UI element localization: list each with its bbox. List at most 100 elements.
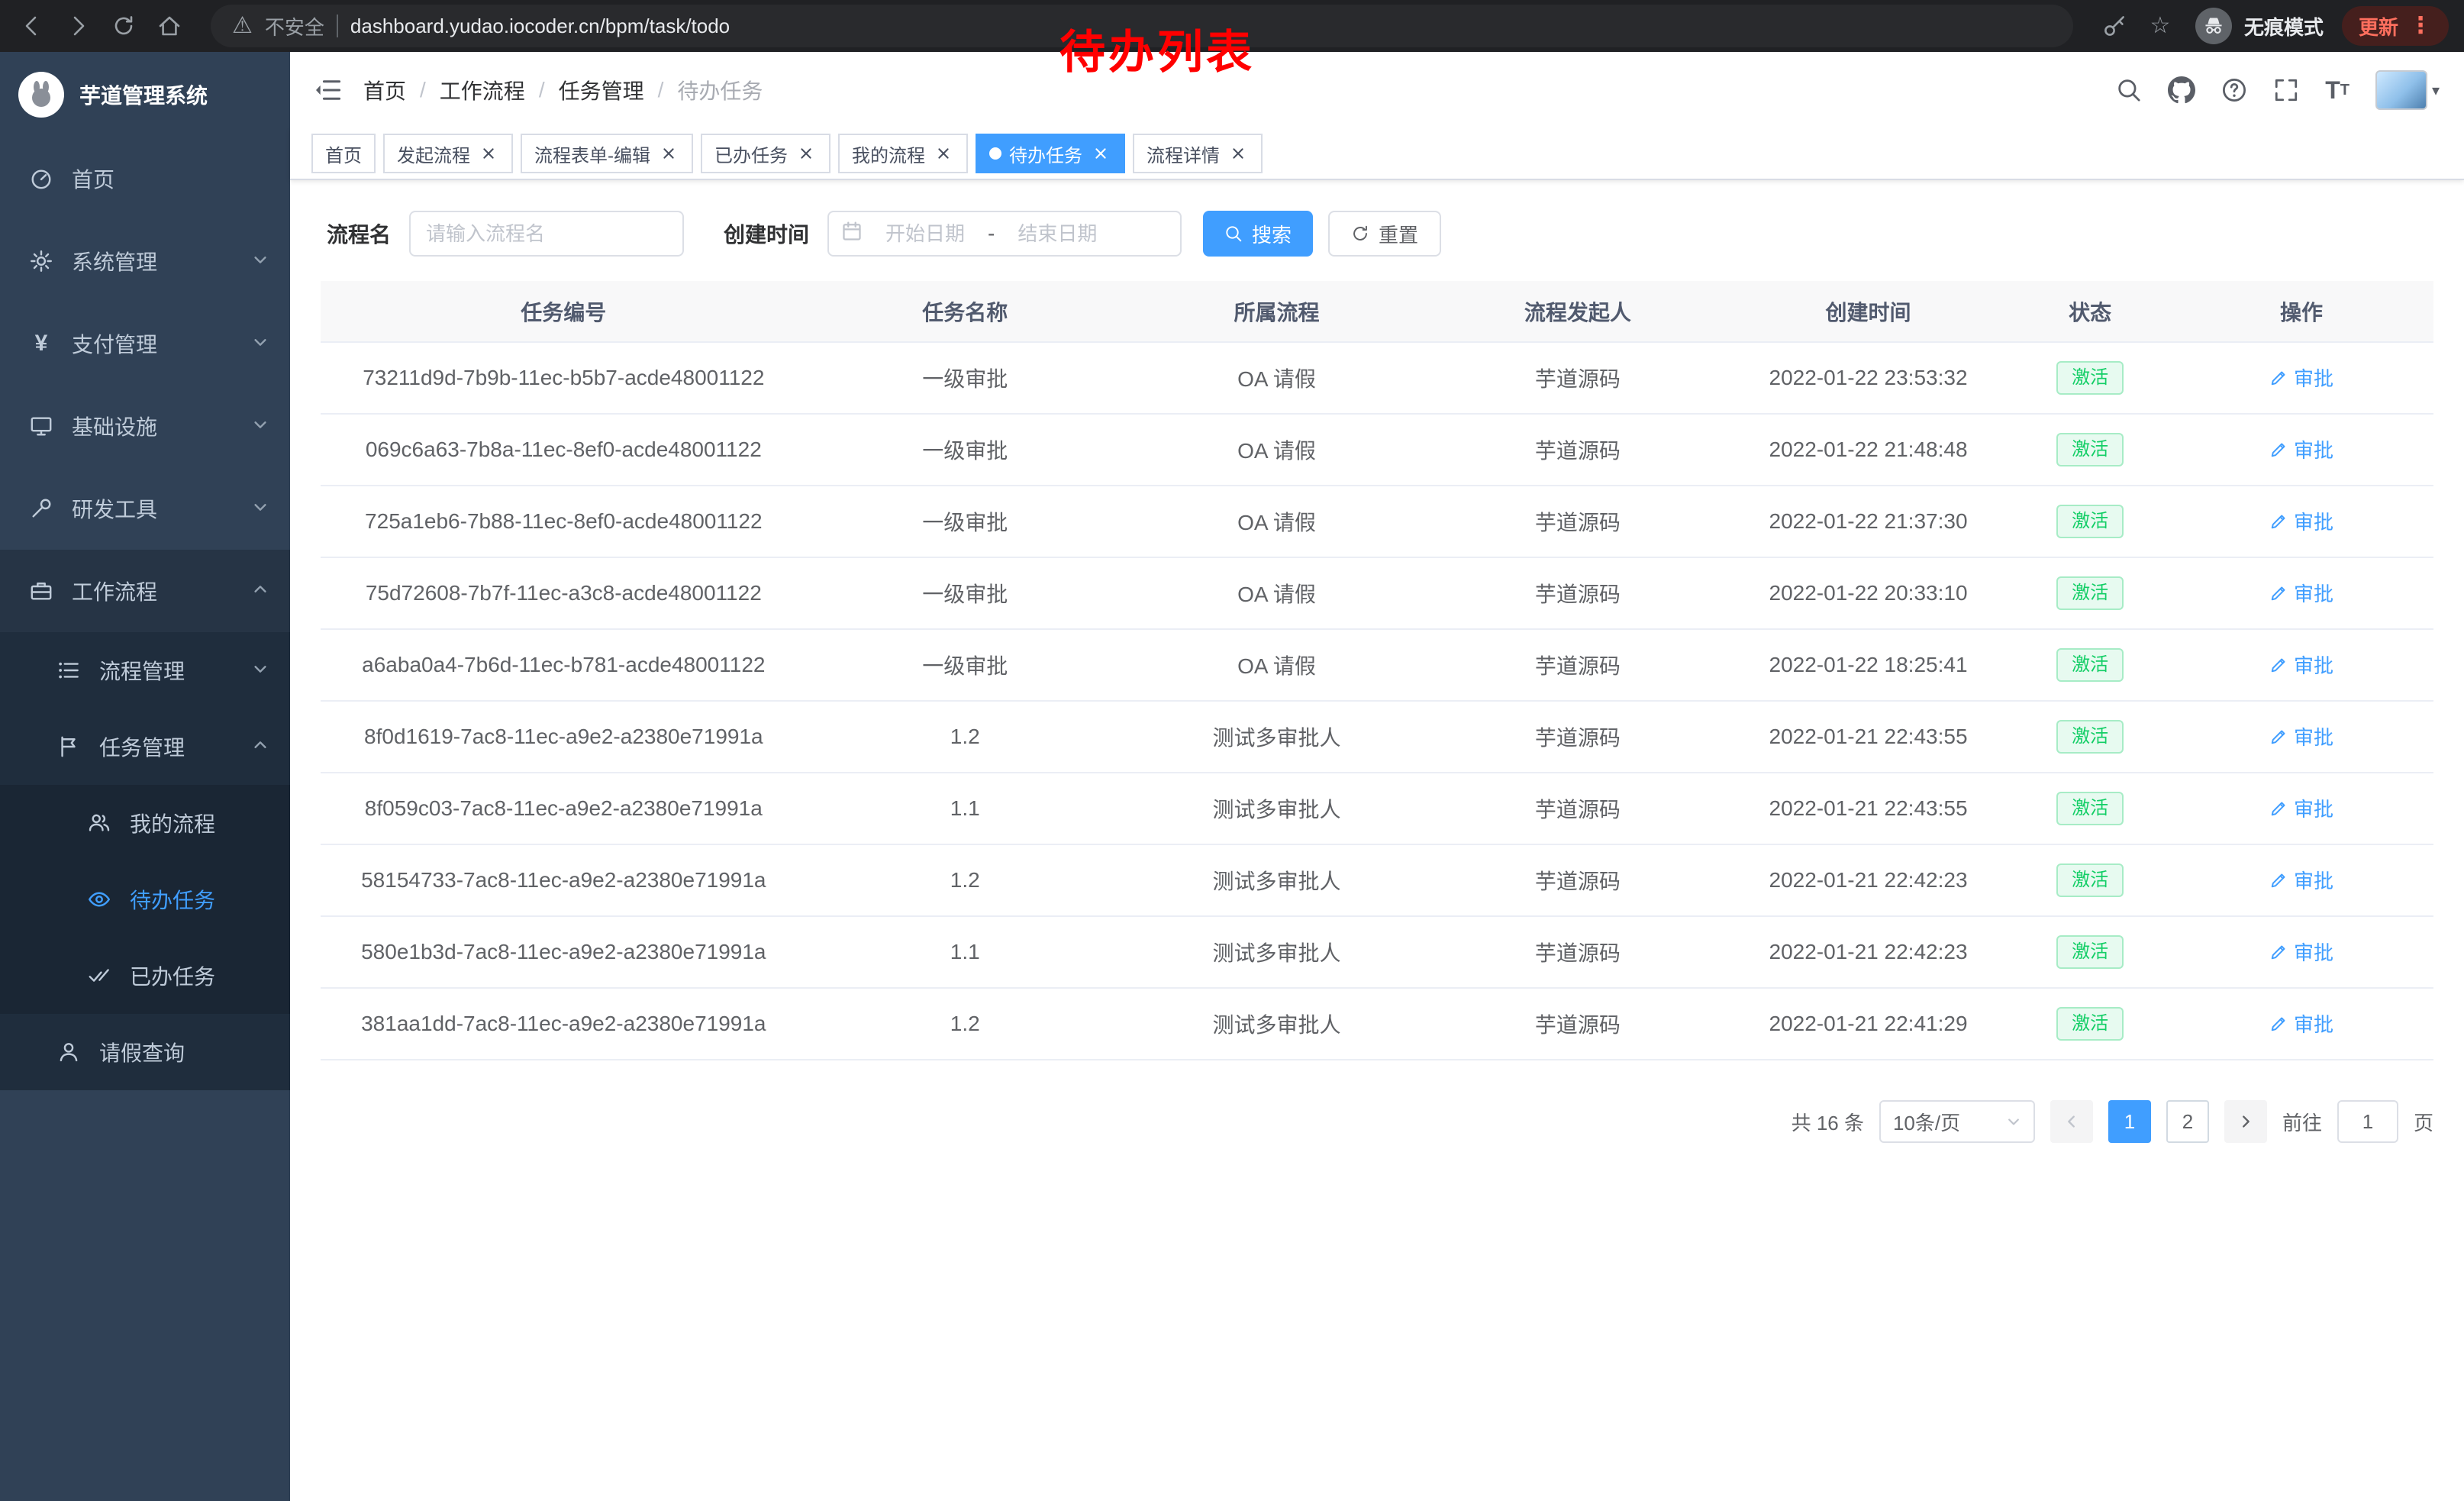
- sidebar-item-done-tasks[interactable]: 已办任务: [0, 938, 290, 1014]
- breadcrumb-workflow[interactable]: 工作流程: [440, 75, 525, 105]
- approve-button[interactable]: 审批: [2269, 435, 2333, 463]
- approve-button[interactable]: 审批: [2269, 794, 2333, 822]
- approve-button[interactable]: 审批: [2269, 866, 2333, 894]
- cell-initiator: 芋道源码: [1430, 773, 1726, 844]
- chevron-up-icon: [252, 579, 269, 603]
- reset-button[interactable]: 重置: [1328, 211, 1441, 257]
- tab-process-detail[interactable]: 流程详情: [1133, 134, 1263, 173]
- page-button-2[interactable]: 2: [2166, 1100, 2209, 1143]
- calendar-icon: [841, 221, 863, 247]
- sidebar-item-label: 首页: [72, 163, 269, 194]
- sidebar-item-dev-tools[interactable]: 研发工具: [0, 467, 290, 550]
- main-area: 首页 / 工作流程 / 任务管理 / 待办任务 TT ▾: [290, 52, 2464, 1501]
- chevron-down-icon: [252, 331, 269, 356]
- browser-toolbar: ⚠ 不安全 dashboard.yudao.iocoder.cn/bpm/tas…: [0, 0, 2464, 52]
- approve-button[interactable]: 审批: [2269, 722, 2333, 750]
- process-name-input[interactable]: [409, 211, 684, 257]
- search-icon[interactable]: [2116, 77, 2142, 103]
- edit-icon: [2269, 1015, 2288, 1033]
- cell-initiator: 芋道源码: [1430, 916, 1726, 988]
- approve-button[interactable]: 审批: [2269, 579, 2333, 607]
- sidebar-item-leave-query[interactable]: 请假查询: [0, 1014, 290, 1090]
- refresh-icon[interactable]: [107, 9, 140, 43]
- date-range-picker[interactable]: -: [827, 211, 1182, 257]
- cell-process: 测试多审批人: [1124, 916, 1430, 988]
- next-page-button[interactable]: [2224, 1100, 2267, 1143]
- breadcrumb-home[interactable]: 首页: [363, 75, 406, 105]
- cell-created: 2022-01-22 18:25:41: [1726, 629, 2011, 701]
- search-button[interactable]: 搜索: [1203, 211, 1313, 257]
- col-process: 所属流程: [1124, 281, 1430, 342]
- chevron-down-icon: [252, 496, 269, 521]
- end-date-input[interactable]: [1001, 221, 1114, 247]
- approve-button[interactable]: 审批: [2269, 938, 2333, 966]
- sidebar-item-workflow[interactable]: 工作流程: [0, 550, 290, 632]
- total-count: 共 16 条: [1792, 1108, 1864, 1136]
- cell-initiator: 芋道源码: [1430, 414, 1726, 486]
- app-frame: 芋道管理系统 首页 系统管理 ¥ 支付管理: [0, 52, 2464, 1501]
- address-bar[interactable]: ⚠ 不安全 dashboard.yudao.iocoder.cn/bpm/tas…: [211, 5, 2073, 47]
- font-size-icon[interactable]: TT: [2325, 76, 2350, 105]
- sidebar-item-task-mgmt[interactable]: 任务管理: [0, 709, 290, 785]
- breadcrumb-task-mgmt[interactable]: 任务管理: [559, 75, 644, 105]
- approve-button[interactable]: 审批: [2269, 363, 2333, 392]
- sidebar-item-my-process[interactable]: 我的流程: [0, 785, 290, 861]
- sidebar-item-todo-tasks[interactable]: 待办任务: [0, 861, 290, 938]
- sidebar-fold-icon[interactable]: [314, 76, 342, 104]
- task-mgmt-submenu: 我的流程 待办任务 已办任务: [0, 785, 290, 1014]
- approve-button[interactable]: 审批: [2269, 507, 2333, 535]
- approve-button[interactable]: 审批: [2269, 1009, 2333, 1038]
- goto-label: 前往: [2282, 1108, 2322, 1136]
- menu-dots-icon[interactable]: ⋮: [2409, 15, 2432, 37]
- close-icon[interactable]: [933, 143, 954, 164]
- cell-process: 测试多审批人: [1124, 988, 1430, 1060]
- back-icon[interactable]: [15, 9, 49, 43]
- bookmark-star-icon[interactable]: ☆: [2143, 9, 2177, 43]
- sidebar-item-payment[interactable]: ¥ 支付管理: [0, 302, 290, 385]
- close-icon[interactable]: [478, 143, 499, 164]
- key-icon[interactable]: [2098, 9, 2131, 43]
- cell-process: OA 请假: [1124, 557, 1430, 629]
- sidebar-item-home[interactable]: 首页: [0, 137, 290, 220]
- sidebar-item-process-mgmt[interactable]: 流程管理: [0, 632, 290, 709]
- github-icon[interactable]: [2168, 76, 2195, 104]
- tab-my-process[interactable]: 我的流程: [838, 134, 968, 173]
- tab-todo-tasks[interactable]: 待办任务: [976, 134, 1125, 173]
- incognito-icon: [2195, 8, 2232, 44]
- sidebar-item-system[interactable]: 系统管理: [0, 220, 290, 302]
- update-button[interactable]: 更新 ⋮: [2342, 6, 2449, 46]
- sidebar-item-infrastructure[interactable]: 基础设施: [0, 385, 290, 467]
- tab-start-process[interactable]: 发起流程: [383, 134, 513, 173]
- approve-button[interactable]: 审批: [2269, 650, 2333, 679]
- forward-icon[interactable]: [61, 9, 95, 43]
- close-icon[interactable]: [1090, 143, 1111, 164]
- cell-task-name: 1.2: [807, 988, 1124, 1060]
- close-icon[interactable]: [1227, 143, 1249, 164]
- fullscreen-icon[interactable]: [2273, 77, 2299, 103]
- cell-created: 2022-01-22 21:37:30: [1726, 486, 2011, 557]
- filter-form: 流程名 创建时间 - 搜索 重置: [327, 211, 2433, 257]
- person-icon: [55, 1041, 82, 1064]
- user-avatar-menu[interactable]: ▾: [2375, 70, 2440, 110]
- help-icon[interactable]: [2221, 77, 2247, 103]
- tab-form-edit[interactable]: 流程表单-编辑: [521, 134, 693, 173]
- prev-page-button[interactable]: [2050, 1100, 2093, 1143]
- table-body: 73211d9d-7b9b-11ec-b5b7-acde48001122 一级审…: [321, 342, 2433, 1060]
- status-badge: 激活: [2056, 792, 2124, 825]
- chevron-up-icon: [252, 734, 269, 759]
- cell-process: 测试多审批人: [1124, 844, 1430, 916]
- page-button-1[interactable]: 1: [2108, 1100, 2151, 1143]
- close-icon[interactable]: [658, 143, 679, 164]
- cell-task-name: 1.1: [807, 916, 1124, 988]
- goto-page-input[interactable]: [2337, 1100, 2398, 1143]
- cell-process: OA 请假: [1124, 414, 1430, 486]
- start-date-input[interactable]: [869, 221, 982, 247]
- tab-home[interactable]: 首页: [311, 134, 376, 173]
- tab-done-tasks[interactable]: 已办任务: [701, 134, 830, 173]
- refresh-icon: [1351, 224, 1369, 243]
- close-icon[interactable]: [795, 143, 817, 164]
- yen-icon: ¥: [27, 332, 55, 355]
- page-size-select[interactable]: 10条/页: [1879, 1100, 2035, 1143]
- home-icon[interactable]: [153, 9, 186, 43]
- chevron-down-icon: [252, 658, 269, 683]
